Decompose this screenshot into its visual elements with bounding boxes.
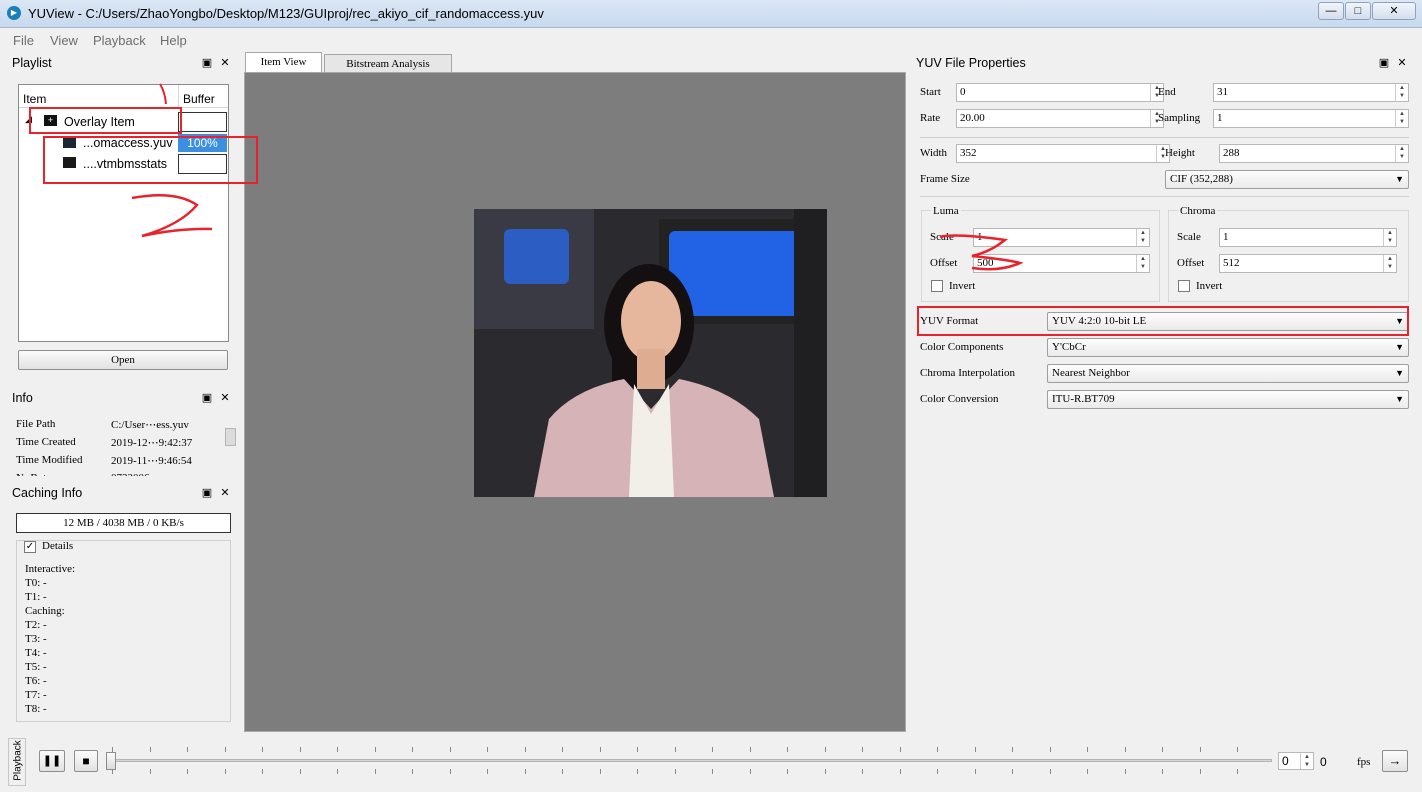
slider-tick	[974, 747, 976, 752]
slider-tick	[149, 769, 151, 774]
slider-tick	[562, 769, 563, 774]
pause-button[interactable]: ❚❚	[39, 750, 65, 772]
arrow-right-icon: →	[1388, 753, 1402, 768]
slider-tick	[1049, 769, 1051, 774]
slider-tick	[1237, 769, 1238, 774]
slider-tick	[449, 747, 451, 752]
slider-tick	[262, 769, 263, 774]
slider-tick	[824, 747, 826, 752]
slider-tick	[712, 769, 713, 774]
slider-tick	[487, 747, 488, 752]
slider-tick	[599, 769, 601, 774]
slider-tick	[1049, 747, 1051, 752]
slider-tick	[262, 747, 263, 752]
slider-tick	[224, 747, 226, 752]
repeat-mode-button[interactable]: →	[1382, 750, 1408, 772]
slider-tick	[899, 769, 901, 774]
slider-tick	[149, 747, 151, 752]
slider-tick	[299, 769, 301, 774]
pause-icon: ❚❚	[42, 755, 62, 767]
slider-tick	[337, 747, 338, 752]
frame-slider-handle[interactable]	[106, 752, 116, 770]
slider-tick	[749, 747, 751, 752]
slider-tick	[1162, 769, 1163, 774]
slider-tick	[674, 747, 676, 752]
slider-tick	[937, 769, 938, 774]
spin-arrows-icon: ▲ ▼	[1300, 753, 1313, 769]
slider-tick	[1162, 747, 1163, 752]
stop-button[interactable]: ■	[74, 750, 98, 772]
slider-tick	[862, 769, 863, 774]
slider-tick	[637, 769, 638, 774]
slider-tick	[224, 769, 226, 774]
slider-tick	[1087, 769, 1088, 774]
slider-tick	[1199, 747, 1201, 752]
fps-label: fps	[1357, 756, 1371, 768]
slider-tick	[562, 747, 563, 752]
playback-dock-handle[interactable]: Playback	[8, 738, 26, 786]
slider-tick	[787, 747, 788, 752]
slider-tick	[524, 747, 526, 752]
slider-tick	[524, 769, 526, 774]
slider-tick	[1124, 747, 1126, 752]
slider-tick	[637, 747, 638, 752]
slider-tick	[412, 747, 413, 752]
slider-tick	[337, 769, 338, 774]
slider-tick	[112, 747, 113, 752]
frame-slider-track[interactable]	[110, 759, 1272, 762]
slider-tick	[674, 769, 676, 774]
stop-icon: ■	[82, 754, 90, 768]
slider-tick	[299, 747, 301, 752]
slider-tick	[1124, 769, 1126, 774]
slider-tick	[712, 747, 713, 752]
slider-tick	[412, 769, 413, 774]
slider-tick	[374, 747, 376, 752]
slider-tick	[937, 747, 938, 752]
slider-tick	[487, 769, 488, 774]
slider-tick	[1199, 769, 1201, 774]
slider-tick	[187, 747, 188, 752]
slider-tick	[862, 747, 863, 752]
slider-tick	[899, 747, 901, 752]
slider-tick	[1237, 747, 1238, 752]
annotation-scribbles	[131, 83, 1024, 271]
slider-tick	[1012, 747, 1013, 752]
slider-tick	[187, 769, 188, 774]
slider-tick	[599, 747, 601, 752]
slider-tick	[449, 769, 451, 774]
frame-total-label: 0	[1320, 755, 1327, 769]
playback-dock-label: Playback	[12, 740, 24, 781]
slider-tick	[374, 769, 376, 774]
slider-tick	[1087, 747, 1088, 752]
slider-tick	[1012, 769, 1013, 774]
frame-spinbox[interactable]: 0 ▲ ▼	[1278, 752, 1314, 770]
slider-tick	[974, 769, 976, 774]
slider-tick	[824, 769, 826, 774]
slider-tick	[787, 769, 788, 774]
slider-tick	[749, 769, 751, 774]
slider-tick	[112, 769, 113, 774]
